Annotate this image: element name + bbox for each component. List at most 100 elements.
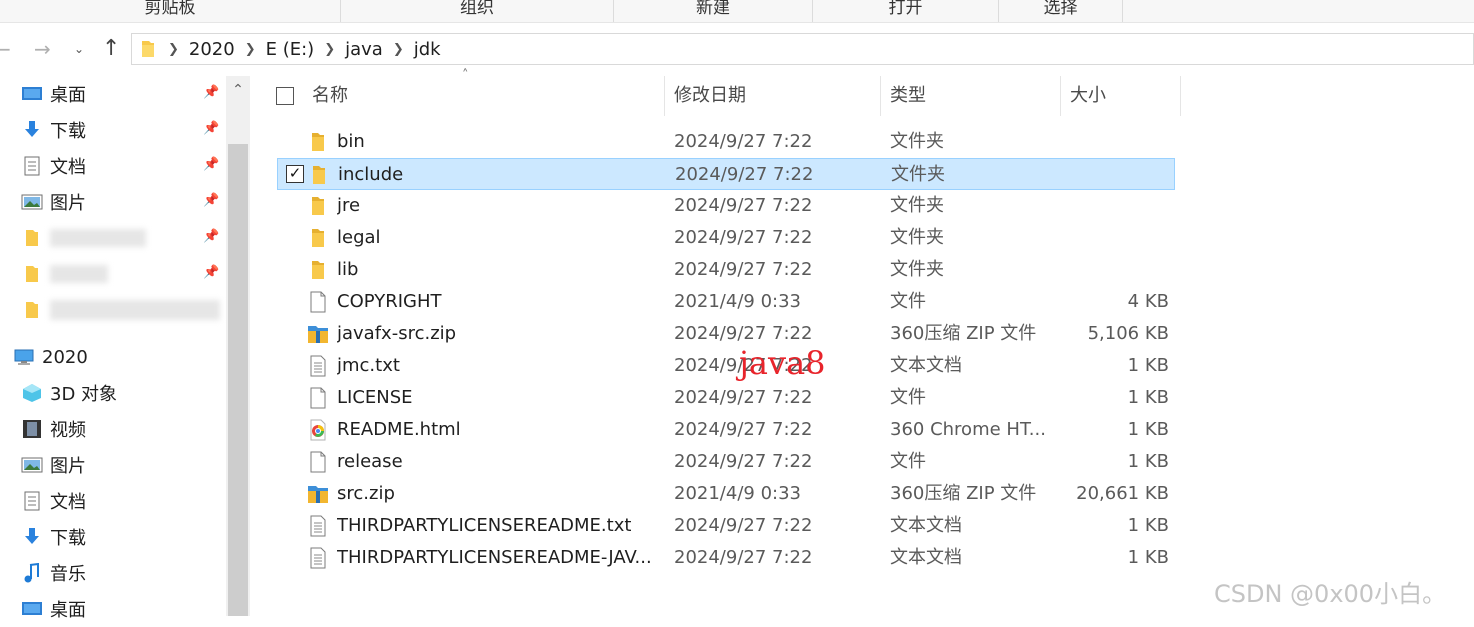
breadcrumb-item-jdk[interactable]: jdk <box>414 39 441 60</box>
nav-item-label: 3D 对象 <box>50 384 118 405</box>
nav-item-documents[interactable]: 文档 <box>20 483 230 519</box>
nav-item-label: 图片 <box>50 193 86 214</box>
redacted-label <box>50 265 108 283</box>
nav-item-redacted-folder[interactable] <box>20 256 230 292</box>
file-row[interactable]: THIRDPARTYLICENSEREADME-JAV... 2024/9/27 … <box>277 542 1175 574</box>
file-date: 2024/9/27 7:22 <box>675 164 814 185</box>
column-divider[interactable] <box>1180 76 1181 116</box>
file-row[interactable]: lib 2024/9/27 7:22 文件夹 <box>277 254 1175 286</box>
column-divider[interactable] <box>664 76 665 116</box>
breadcrumb-separator-icon[interactable]: ❯ <box>324 42 335 57</box>
nav-item-music[interactable]: 音乐 <box>20 555 230 591</box>
file-row[interactable]: javafx-src.zip 2024/9/27 7:22 360压缩 ZIP 文件… <box>277 318 1175 350</box>
file-row[interactable]: jre 2024/9/27 7:22 文件夹 <box>277 190 1175 222</box>
column-divider[interactable] <box>1060 76 1061 116</box>
nav-item-pictures[interactable]: 图片 <box>20 447 230 483</box>
folder-icon <box>308 164 330 186</box>
pin-icon[interactable]: 📌 <box>203 157 219 172</box>
file-row[interactable]: jmc.txt 2024/9/27 7:22 文本文档 1 KB <box>277 350 1175 382</box>
nav-item-documents[interactable]: 文档 <box>20 148 230 184</box>
breadcrumb-separator-icon[interactable]: ❯ <box>245 42 256 57</box>
document-icon <box>20 156 44 176</box>
ribbon-group-clipboard[interactable]: 剪贴板 <box>0 0 341 22</box>
folder-icon <box>307 195 329 217</box>
pin-icon[interactable]: 📌 <box>203 193 219 208</box>
file-name: javafx-src.zip <box>337 323 457 344</box>
file-name: src.zip <box>337 483 395 504</box>
document-icon <box>20 491 44 511</box>
nav-item-redacted-folder[interactable] <box>20 220 230 256</box>
file-size: 1 KB <box>1127 515 1169 536</box>
nav-item-downloads[interactable]: 下载 <box>20 112 230 148</box>
column-header-type[interactable]: 类型 <box>890 76 926 116</box>
breadcrumb-item-drive-e[interactable]: E (E:) <box>266 39 315 60</box>
file-type: 360压缩 ZIP 文件 <box>890 483 1037 504</box>
nav-item-desktop[interactable]: 桌面 <box>20 76 230 112</box>
file-type: 文件夹 <box>890 259 944 280</box>
nav-item-videos[interactable]: 视频 <box>20 411 230 447</box>
file-row[interactable]: COPYRIGHT 2021/4/9 0:33 文件 4 KB <box>277 286 1175 318</box>
breadcrumb-item-java[interactable]: java <box>345 39 383 60</box>
redacted-label <box>50 229 146 247</box>
pin-icon[interactable]: 📌 <box>203 121 219 136</box>
navigation-pane: 桌面 📌 下载 📌 文档 📌 图片 📌 📌 📌 2020 3D 对象 视频 图片… <box>0 76 252 621</box>
file-type: 文件 <box>890 451 926 472</box>
nav-item-pictures[interactable]: 图片 <box>20 184 230 220</box>
file-row[interactable]: legal 2024/9/27 7:22 文件夹 <box>277 222 1175 254</box>
nav-scrollbar-thumb[interactable] <box>228 144 248 616</box>
file-row[interactable]: bin 2024/9/27 7:22 文件夹 <box>277 126 1175 158</box>
breadcrumb-separator-icon[interactable]: ❯ <box>393 42 404 57</box>
music-icon <box>20 563 44 583</box>
file-row[interactable]: THIRDPARTYLICENSEREADME.txt 2024/9/27 7:2… <box>277 510 1175 542</box>
column-header-date[interactable]: 修改日期 <box>674 76 746 116</box>
column-divider[interactable] <box>880 76 881 116</box>
address-bar[interactable]: ❯ 2020 ❯ E (E:) ❯ java ❯ jdk <box>131 33 1474 65</box>
desktop-icon <box>20 599 44 619</box>
3d-objects-icon <box>20 383 44 403</box>
file-row[interactable]: LICENSE 2024/9/27 7:22 文件 1 KB <box>277 382 1175 414</box>
file-row[interactable]: src.zip 2021/4/9 0:33 360压缩 ZIP 文件 20,661 K… <box>277 478 1175 510</box>
ribbon-group-select[interactable]: 选择 <box>999 0 1123 22</box>
pin-icon[interactable]: 📌 <box>203 265 219 280</box>
nav-item-this-pc[interactable]: 2020 <box>12 339 222 375</box>
column-header-size[interactable]: 大小 <box>1070 76 1106 116</box>
file-date: 2024/9/27 7:22 <box>674 515 813 536</box>
file-name: jmc.txt <box>337 355 400 376</box>
file-size: 20,661 KB <box>1076 483 1169 504</box>
file-date: 2024/9/27 7:22 <box>674 131 813 152</box>
ribbon-bar: 剪贴板 组织 新建 打开 选择 <box>0 0 1474 23</box>
back-button[interactable]: ← <box>0 30 11 68</box>
file-row[interactable]: README.html 2024/9/27 7:22 360 Chrome HT..… <box>277 414 1175 446</box>
file-date: 2024/9/27 7:22 <box>674 547 813 568</box>
file-size: 4 KB <box>1127 291 1169 312</box>
file-size: 5,106 KB <box>1087 323 1169 344</box>
ribbon-group-open[interactable]: 打开 <box>813 0 999 22</box>
nav-item-desktop[interactable]: 桌面 <box>20 591 230 627</box>
file-row[interactable]: release 2024/9/27 7:22 文件 1 KB <box>277 446 1175 478</box>
nav-item-label: 桌面 <box>50 85 86 106</box>
file-icon <box>307 387 329 409</box>
file-name: COPYRIGHT <box>337 291 442 312</box>
file-date: 2021/4/9 0:33 <box>674 483 801 504</box>
chevron-down-icon: ⌄ <box>74 42 85 56</box>
folder-icon <box>307 131 329 153</box>
pin-icon[interactable]: 📌 <box>203 85 219 100</box>
pin-icon[interactable]: 📌 <box>203 229 219 244</box>
select-all-checkbox[interactable] <box>276 87 294 105</box>
nav-item-redacted-folder[interactable] <box>20 292 230 328</box>
recent-locations-button[interactable]: ⌄ <box>74 30 84 68</box>
zip-icon <box>307 323 329 345</box>
ribbon-group-new[interactable]: 新建 <box>614 0 813 22</box>
annotation-label: java8 <box>739 344 826 382</box>
scroll-up-button[interactable]: ⌃ <box>226 78 250 102</box>
nav-item-downloads[interactable]: 下载 <box>20 519 230 555</box>
nav-item-label: 文档 <box>50 492 86 513</box>
breadcrumb-item-2020[interactable]: 2020 <box>189 39 235 60</box>
row-checkbox[interactable]: ✓ <box>286 165 304 183</box>
forward-button[interactable]: → <box>34 30 51 68</box>
file-row[interactable]: ✓ include 2024/9/27 7:22 文件夹 <box>277 158 1175 190</box>
nav-item-3d-objects[interactable]: 3D 对象 <box>20 375 230 411</box>
up-button[interactable]: ↑ <box>102 30 120 68</box>
column-header-name[interactable]: 名称 <box>312 76 348 116</box>
ribbon-group-organize[interactable]: 组织 <box>341 0 614 22</box>
